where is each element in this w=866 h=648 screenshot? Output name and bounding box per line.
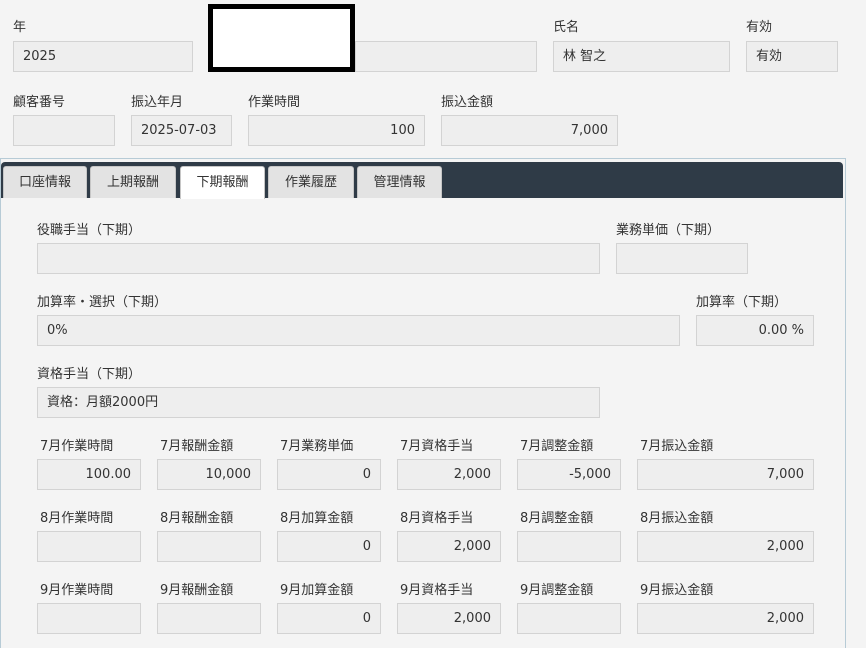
september-unit-or-add-amount-field[interactable]: 0 xyxy=(277,603,381,634)
masked-field[interactable] xyxy=(355,41,537,72)
september-pay-amount-field[interactable] xyxy=(157,603,261,634)
august-adjustment-amount-field[interactable] xyxy=(517,531,621,562)
september-work-hours-label: 9月作業時間 xyxy=(40,583,114,598)
august-qualification-allowance-label: 8月資格手当 xyxy=(400,511,474,526)
september-unit-or-add-amount-label: 9月加算金額 xyxy=(280,583,354,598)
july-unit-or-add-amount-label: 7月業務単価 xyxy=(280,439,354,454)
august-pay-amount-field[interactable] xyxy=(157,531,261,562)
add-rate-field[interactable]: 0.00 % xyxy=(696,315,814,346)
august-transfer-amount-field[interactable]: 2,000 xyxy=(637,531,814,562)
july-qualification-allowance-field[interactable]: 2,000 xyxy=(397,459,501,490)
qualification-allowance-label: 資格手当（下期） xyxy=(37,367,142,382)
unit-price-label: 業務単価（下期） xyxy=(616,223,721,238)
august-work-hours-label: 8月作業時間 xyxy=(40,511,114,526)
transfer-date-label: 振込年月 xyxy=(131,95,184,110)
july-unit-or-add-amount-field[interactable]: 0 xyxy=(277,459,381,490)
customer-number-label: 顧客番号 xyxy=(13,95,66,110)
name-label: 氏名 xyxy=(553,20,580,35)
customer-number-field[interactable] xyxy=(13,115,115,146)
august-transfer-amount-label: 8月振込金額 xyxy=(640,511,714,526)
position-allowance-label: 役職手当（下期） xyxy=(37,223,142,238)
september-work-hours-field[interactable] xyxy=(37,603,141,634)
july-pay-amount-field[interactable]: 10,000 xyxy=(157,459,261,490)
september-pay-amount-label: 9月報酬金額 xyxy=(160,583,234,598)
valid-label: 有効 xyxy=(746,20,773,35)
year-field[interactable]: 2025 xyxy=(13,41,193,72)
august-adjustment-amount-label: 8月調整金額 xyxy=(520,511,594,526)
add-rate-select-field[interactable]: 0% xyxy=(37,315,680,346)
tab-work-history[interactable]: 作業履歴 xyxy=(268,166,354,198)
redaction-box xyxy=(208,4,355,72)
tab-first-half-pay[interactable]: 上期報酬 xyxy=(90,166,176,198)
july-work-hours-field[interactable]: 100.00 xyxy=(37,459,141,490)
september-adjustment-amount-field[interactable] xyxy=(517,603,621,634)
august-work-hours-field[interactable] xyxy=(37,531,141,562)
unit-price-field[interactable] xyxy=(616,243,748,274)
position-allowance-field[interactable] xyxy=(37,243,600,274)
year-label: 年 xyxy=(13,20,27,35)
add-rate-select-label: 加算率・選択（下期） xyxy=(37,295,168,310)
september-qualification-allowance-field[interactable]: 2,000 xyxy=(397,603,501,634)
july-adjustment-amount-label: 7月調整金額 xyxy=(520,439,594,454)
august-unit-or-add-amount-field[interactable]: 0 xyxy=(277,531,381,562)
september-adjustment-amount-label: 9月調整金額 xyxy=(520,583,594,598)
qualification-allowance-field[interactable]: 資格：月額2000円 xyxy=(37,387,600,418)
transfer-amount-field[interactable]: 7,000 xyxy=(441,115,618,146)
august-pay-amount-label: 8月報酬金額 xyxy=(160,511,234,526)
july-pay-amount-label: 7月報酬金額 xyxy=(160,439,234,454)
july-qualification-allowance-label: 7月資格手当 xyxy=(400,439,474,454)
july-work-hours-label: 7月作業時間 xyxy=(40,439,114,454)
august-qualification-allowance-field[interactable]: 2,000 xyxy=(397,531,501,562)
september-qualification-allowance-label: 9月資格手当 xyxy=(400,583,474,598)
add-rate-label: 加算率（下期） xyxy=(696,295,788,310)
tab-account-info[interactable]: 口座情報 xyxy=(3,166,87,198)
september-transfer-amount-field[interactable]: 2,000 xyxy=(637,603,814,634)
name-field[interactable]: 林 智之 xyxy=(553,41,730,72)
july-adjustment-amount-field[interactable]: -5,000 xyxy=(517,459,621,490)
august-unit-or-add-amount-label: 8月加算金額 xyxy=(280,511,354,526)
valid-field[interactable]: 有効 xyxy=(746,41,838,72)
september-transfer-amount-label: 9月振込金額 xyxy=(640,583,714,598)
work-hours-field[interactable]: 100 xyxy=(248,115,425,146)
july-transfer-amount-field[interactable]: 7,000 xyxy=(637,459,814,490)
transfer-date-field[interactable]: 2025-07-03 xyxy=(131,115,232,146)
july-transfer-amount-label: 7月振込金額 xyxy=(640,439,714,454)
transfer-amount-label: 振込金額 xyxy=(441,95,494,110)
work-hours-label: 作業時間 xyxy=(248,95,301,110)
tab-management-info[interactable]: 管理情報 xyxy=(357,166,442,198)
tab-second-half-pay[interactable]: 下期報酬 xyxy=(180,166,265,199)
